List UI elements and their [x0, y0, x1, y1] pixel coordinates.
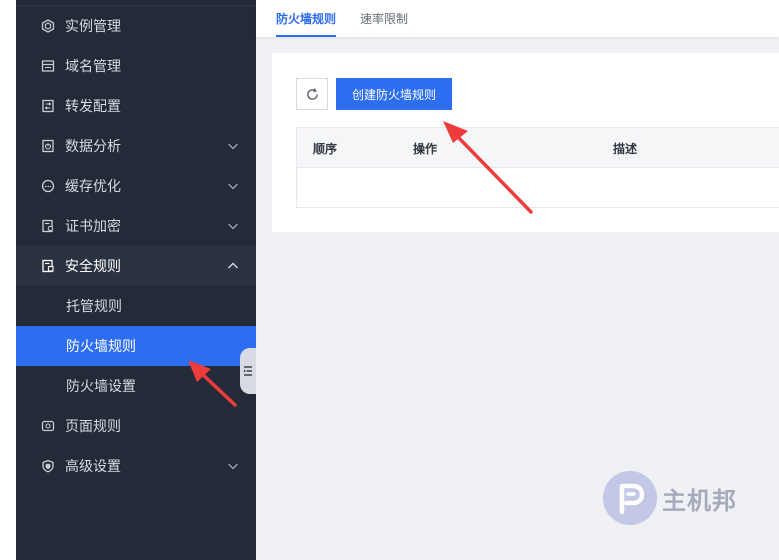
sidebar-item-domain-management[interactable]: 域名管理	[16, 46, 256, 86]
firewall-rules-table: 顺序 操作 描述	[296, 127, 779, 208]
sidebar-item-forward-config[interactable]: 转发配置	[16, 86, 256, 126]
sidebar-subitem-firewall-rules[interactable]: 防火墙规则	[16, 326, 256, 366]
sidebar-item-label: 转发配置	[65, 99, 121, 115]
left-edge-strip	[0, 0, 16, 560]
sidebar-item-label: 缓存优化	[65, 179, 121, 195]
watermark-logo-icon	[603, 471, 657, 525]
sidebar-subitem-label: 托管规则	[66, 299, 122, 315]
sidebar-item-label: 实例管理	[65, 19, 121, 35]
chevron-down-icon	[228, 183, 238, 190]
sidebar-item-data-analysis[interactable]: 数据分析	[16, 126, 256, 166]
chevron-down-icon	[228, 463, 238, 470]
sidebar-subitem-managed-rules[interactable]: 托管规则	[16, 286, 256, 326]
sidebar-item-label: 数据分析	[65, 139, 121, 155]
sidebar-subitem-label: 防火墙规则	[66, 339, 136, 355]
refresh-button[interactable]	[296, 78, 328, 110]
certificate-icon	[40, 218, 56, 234]
chart-icon	[40, 138, 56, 154]
security-doc-icon	[40, 258, 56, 274]
chevron-down-icon	[228, 143, 238, 150]
sidebar-item-security-rules[interactable]: 安全规则	[16, 246, 256, 286]
column-header-description[interactable]: 描述	[613, 140, 637, 157]
sidebar-collapse-handle[interactable]	[240, 348, 256, 394]
tab-bar: 防火墙规则 速率限制	[256, 0, 779, 38]
tab-firewall-rules[interactable]: 防火墙规则	[276, 10, 337, 37]
sidebar-item-label: 证书加密	[65, 219, 121, 235]
sidebar-item-label: 高级设置	[65, 459, 121, 475]
shield-icon	[40, 458, 56, 474]
column-header-order[interactable]: 顺序	[313, 140, 337, 157]
chevron-down-icon	[228, 223, 238, 230]
sidebar-item-page-rules[interactable]: 页面规则	[16, 406, 256, 446]
window-icon	[40, 58, 56, 74]
table-header: 顺序 操作 描述	[297, 128, 779, 168]
sidebar-item-certificate-encryption[interactable]: 证书加密	[16, 206, 256, 246]
tab-rate-limiting[interactable]: 速率限制	[360, 10, 408, 37]
watermark-text: 主机邦	[662, 485, 737, 515]
sidebar-subitem-firewall-settings[interactable]: 防火墙设置	[16, 366, 256, 406]
hexagon-icon	[40, 18, 56, 34]
watermark: 主机邦	[602, 470, 737, 526]
collapse-menu-icon	[244, 366, 252, 376]
refresh-icon	[306, 87, 318, 100]
sidebar-item-advanced-settings[interactable]: 高级设置	[16, 446, 256, 486]
sidebar-item-label: 页面规则	[65, 419, 121, 435]
forward-config-icon	[40, 98, 56, 114]
create-firewall-rule-button[interactable]: 创建防火墙规则	[336, 78, 452, 110]
chevron-up-icon	[228, 262, 238, 269]
firewall-rules-card: 创建防火墙规则 顺序 操作 描述	[272, 53, 779, 232]
sidebar-item-label: 安全规则	[65, 259, 121, 275]
column-header-action[interactable]: 操作	[413, 140, 437, 157]
sidebar-item-label: 域名管理	[65, 59, 121, 75]
sidebar-item-instance-management[interactable]: 实例管理	[16, 6, 256, 46]
sidebar: 实例管理 域名管理 转发配置 数据分析 缓存优化 证书加密 安全规则 托管规则 …	[16, 0, 256, 560]
sidebar-item-cache-optimization[interactable]: 缓存优化	[16, 166, 256, 206]
sidebar-subitem-label: 防火墙设置	[66, 379, 136, 395]
page-rule-icon	[40, 418, 56, 434]
gauge-icon	[40, 178, 56, 194]
